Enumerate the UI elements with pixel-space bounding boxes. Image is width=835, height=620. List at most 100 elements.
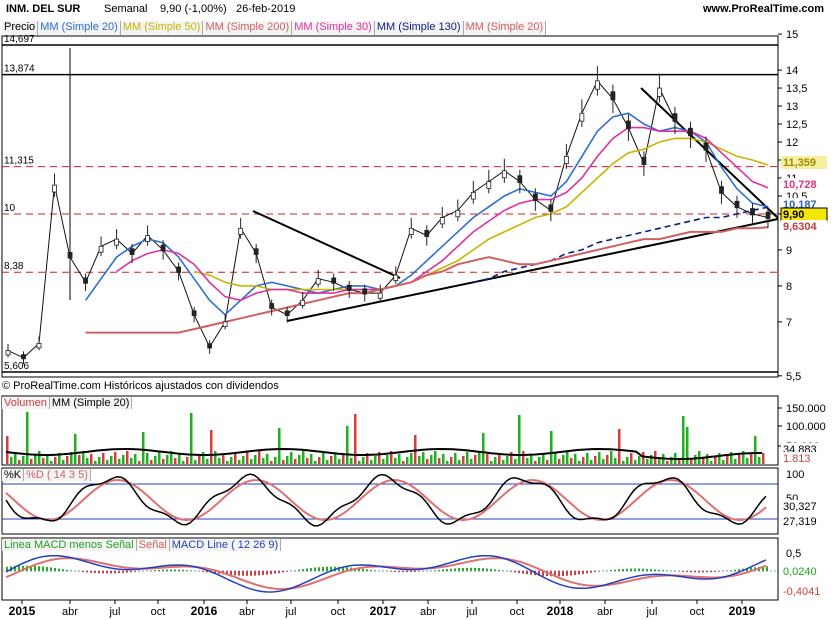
- macd-hist-bar: [134, 571, 136, 572]
- volume-bar: [570, 458, 573, 464]
- volume-bar: [282, 460, 285, 464]
- x-axis-label: 2018: [547, 604, 574, 618]
- macd-hist-bar: [402, 571, 404, 573]
- x-axis-label: 2017: [370, 604, 397, 618]
- volume-bar: [606, 455, 609, 464]
- price-bar-body: [83, 277, 88, 284]
- stoch-legend: %K %D ( 14 3 5): [2, 469, 91, 481]
- macd-hist-bar: [586, 571, 588, 574]
- price-bar-body: [284, 310, 290, 317]
- volume-bar: [434, 451, 437, 464]
- volume-bar: [174, 458, 177, 464]
- price-bar-body: [238, 227, 244, 235]
- volume-bar: [258, 451, 261, 464]
- volume-bar: [162, 459, 165, 464]
- macd-hist-bar: [710, 571, 712, 573]
- volume-bar: [274, 457, 277, 464]
- macd-hist-bar: [282, 571, 284, 573]
- volume-bar: [554, 452, 557, 464]
- volume-bar: [138, 461, 141, 464]
- price-bar-body: [145, 235, 150, 243]
- price-tag-text: 9,6304: [783, 221, 818, 233]
- macd-hist-bar: [706, 571, 708, 573]
- volume-bar: [618, 429, 621, 464]
- macd-hist-bar: [678, 571, 680, 572]
- price-bar-body: [36, 343, 42, 349]
- volume-bar: [130, 458, 133, 464]
- volume-tick-label: 150.000: [786, 403, 826, 415]
- volume-bar: [734, 459, 737, 464]
- macd-hist-bar: [646, 568, 648, 571]
- price-tick-label: 8: [786, 281, 792, 293]
- macd-hist-bar: [582, 571, 584, 574]
- volume-bar: [342, 455, 345, 464]
- macd-hist-bar: [250, 571, 252, 576]
- macd-hist-bar: [314, 567, 316, 571]
- legend-d: %D ( 14 3 5): [24, 469, 91, 481]
- price-bar-body: [207, 343, 213, 349]
- macd-hist-bar: [598, 571, 600, 572]
- price-tag-text: 10,728: [783, 179, 817, 191]
- macd-hist-bar: [630, 568, 632, 571]
- legend-volumen: Volumen: [2, 397, 50, 409]
- macd-hist-bar: [246, 571, 248, 576]
- macd-hist-bar: [82, 571, 84, 572]
- x-axis-label: jul: [284, 606, 296, 618]
- macd-hist-bar: [274, 571, 276, 574]
- volume-bar: [746, 458, 749, 464]
- price-bar-body: [160, 244, 166, 252]
- macd-hist-bar: [50, 567, 52, 571]
- macd-hist-bar: [730, 570, 732, 571]
- volume-bar: [630, 453, 633, 464]
- macd-hist-bar: [94, 571, 96, 574]
- volume-bar: [338, 459, 341, 464]
- macd-hist-bar: [118, 571, 120, 574]
- volume-bar: [382, 459, 385, 464]
- price-bar-body: [641, 157, 647, 165]
- volume-bar: [86, 458, 89, 464]
- volume-bar: [206, 459, 209, 464]
- macd-hist-bar: [698, 571, 700, 573]
- price-level-label: 8,38: [4, 261, 24, 272]
- price-bar-body: [626, 120, 631, 130]
- volume-bar: [758, 457, 761, 464]
- x-axis-label: abr: [62, 606, 78, 618]
- volume-bar: [602, 459, 605, 464]
- volume-bar: [298, 455, 301, 464]
- volume-bar: [550, 431, 553, 464]
- price-level-label: 13,874: [4, 64, 35, 75]
- macd-hist-bar: [510, 571, 512, 572]
- volume-bar: [718, 453, 721, 464]
- x-axis-label: jul: [645, 606, 657, 618]
- price-bar-body: [269, 303, 275, 309]
- x-axis-label: oct: [151, 606, 166, 618]
- volume-bar: [738, 455, 741, 464]
- volume-bar: [122, 455, 125, 464]
- macd-hist-bar: [462, 567, 464, 571]
- volume-bar: [358, 461, 361, 464]
- volume-bar: [578, 461, 581, 464]
- legend-macd-hist: Linea MACD menos Señal: [2, 539, 137, 551]
- volume-bar: [278, 428, 281, 464]
- volume-bar: [546, 460, 549, 464]
- volume-bar: [226, 461, 229, 464]
- volume-bar: [690, 459, 693, 464]
- macd-hist-bar: [254, 571, 256, 576]
- macd-hist-bar: [98, 571, 100, 574]
- macd-hist-bar: [122, 571, 124, 573]
- macd-hist-bar: [366, 569, 368, 571]
- volume-bar: [418, 456, 421, 464]
- price-bar-body: [362, 288, 368, 295]
- volume-bar: [250, 459, 253, 464]
- price-level-label: 14,697: [4, 34, 35, 45]
- macd-hist-bar: [102, 571, 104, 574]
- volume-bar: [598, 452, 601, 464]
- price-bar-body: [657, 87, 662, 97]
- macd-hist-bar: [690, 571, 692, 573]
- price-bar-body: [455, 209, 461, 218]
- stoch-tag-text-2: 27,319: [783, 516, 817, 528]
- x-axis-label: oct: [690, 606, 705, 618]
- price-tick-label: 7: [786, 317, 792, 329]
- volume-bar: [266, 454, 269, 464]
- x-axis-label: jul: [465, 606, 477, 618]
